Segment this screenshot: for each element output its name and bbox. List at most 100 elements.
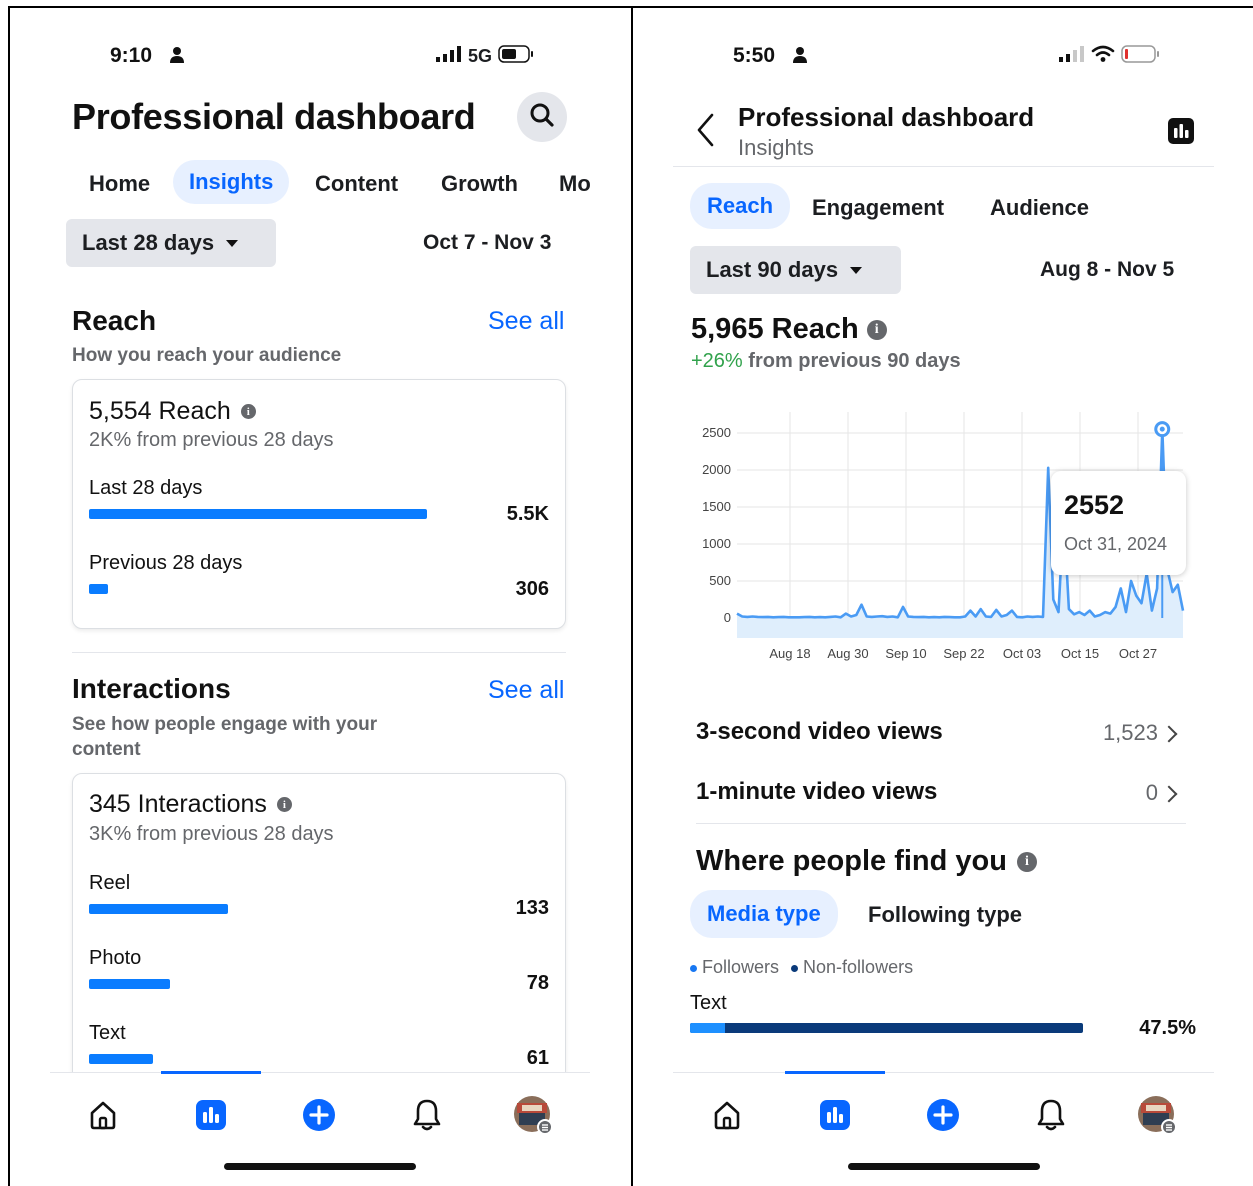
info-icon[interactable]: i (240, 404, 256, 419)
tab-home[interactable]: Home (89, 171, 150, 197)
followers-segment (690, 1023, 726, 1033)
search-icon (529, 102, 555, 133)
highlight-point-center (1159, 426, 1165, 432)
chevron-right-icon[interactable] (1160, 725, 1178, 743)
subtab-following-type[interactable]: Following type (868, 902, 1022, 928)
legend-followers-label: Followers (702, 957, 780, 977)
status-icons: 5G (436, 45, 534, 68)
info-icon[interactable]: i (276, 797, 292, 812)
nav-active-indicator (785, 1071, 885, 1074)
interactions-card[interactable]: 345 Interactions i 3K% from previous 28 … (72, 773, 566, 1103)
media-row-value: 47.5% (1139, 1017, 1196, 1039)
reach-metric: 5,554 Reach i (89, 397, 256, 426)
subtab-media-type[interactable]: Media type (690, 890, 838, 938)
reach-row-label: Previous 28 days (89, 552, 243, 574)
nav-profile[interactable] (514, 1095, 553, 1135)
reach-see-all-link[interactable]: See all (488, 307, 564, 336)
status-time: 9:10 (110, 44, 153, 67)
legend-followers-dot (690, 964, 697, 972)
tab-more[interactable]: Mo (559, 171, 590, 197)
x-tick-label: Sep 10 (885, 646, 926, 661)
nav-create[interactable] (925, 1098, 961, 1137)
info-icon[interactable]: i (866, 319, 887, 340)
interactions-see-all-link[interactable]: See all (488, 676, 564, 705)
reach-metric: 5,965 Reach i (691, 313, 887, 346)
dashboard-icon (195, 1099, 227, 1136)
reach-metric-value: 5,965 Reach (691, 313, 859, 345)
video-views-3s-label[interactable]: 3-second video views (696, 718, 943, 746)
nav-dashboard[interactable] (817, 1099, 853, 1135)
interaction-bar-reel (89, 904, 228, 914)
reach-metric-value: 5,554 Reach (89, 397, 231, 425)
bottom-nav (633, 1071, 1253, 1184)
chevron-down-icon (226, 239, 239, 247)
tab-audience[interactable]: Audience (990, 195, 1089, 221)
date-range: Aug 8 - Nov 5 (1040, 258, 1175, 281)
status-time: 5:50 (733, 44, 776, 67)
plus-icon (302, 1098, 336, 1137)
reach-change-text: from previous 90 days (748, 350, 961, 372)
nav-home[interactable] (709, 1099, 745, 1135)
battery-low-icon (1121, 45, 1161, 68)
nav-active-indicator (161, 1071, 261, 1074)
period-select[interactable]: Last 28 days (66, 219, 276, 267)
x-tick-label: Aug 18 (769, 646, 810, 661)
header-divider (673, 166, 1214, 167)
date-range: Oct 7 - Nov 3 (423, 231, 552, 254)
home-indicator[interactable] (224, 1163, 416, 1170)
tab-reach[interactable]: Reach (690, 183, 791, 229)
signal-icon (1059, 46, 1085, 67)
video-views-1m-label[interactable]: 1-minute video views (696, 778, 937, 806)
search-button[interactable] (517, 92, 567, 142)
bell-icon (1035, 1098, 1067, 1137)
interactions-change: 3K% from previous 28 days (89, 823, 334, 845)
chart-tooltip: 2552 Oct 31, 2024 (1051, 471, 1186, 575)
person-icon (792, 46, 808, 69)
y-tick-label: 2500 (702, 425, 731, 440)
legend-non-followers-dot (791, 964, 799, 972)
views-divider (696, 823, 1186, 824)
signal-icon (436, 46, 462, 67)
nav-divider (673, 1072, 1214, 1073)
home-indicator[interactable] (848, 1163, 1040, 1170)
x-tick-label: Aug 30 (827, 646, 868, 661)
where-legend: Followers Non-followers (690, 957, 913, 978)
tab-growth[interactable]: Growth (441, 171, 518, 197)
y-tick-label: 1500 (702, 499, 731, 514)
interactions-metric: 345 Interactions i (89, 790, 292, 819)
nav-create[interactable] (301, 1098, 337, 1137)
plus-icon (926, 1098, 960, 1137)
chevron-right-icon[interactable] (1160, 785, 1178, 803)
x-tick-label: Oct 15 (1061, 646, 1099, 661)
wifi-icon (1091, 45, 1115, 68)
period-label: Last 28 days (82, 230, 215, 255)
info-icon[interactable]: i (1016, 851, 1037, 872)
reach-bar-last (89, 509, 427, 519)
chart-icon[interactable] (1167, 117, 1195, 150)
reach-subtitle: How you reach your audience (72, 345, 342, 366)
tab-insights[interactable]: Insights (173, 160, 290, 204)
where-heading: Where people find you i (696, 845, 1037, 878)
reach-card[interactable]: 5,554 Reach i 2K% from previous 28 days … (72, 379, 566, 629)
right-phone-screen: 5:50 Professional dashboard Insights Rea… (633, 8, 1253, 1184)
back-icon[interactable] (695, 112, 717, 153)
tab-content[interactable]: Content (315, 171, 398, 197)
nav-notifications[interactable] (409, 1099, 445, 1135)
video-views-1m-value: 0 (1145, 780, 1158, 805)
nav-notifications[interactable] (1033, 1099, 1069, 1135)
period-select[interactable]: Last 90 days (690, 246, 901, 294)
nav-profile[interactable] (1138, 1095, 1177, 1135)
nav-home[interactable] (85, 1099, 121, 1135)
reach-bar-previous (89, 584, 108, 594)
avatar (1137, 1095, 1177, 1140)
y-tick-label: 2000 (702, 462, 731, 477)
tab-engagement[interactable]: Engagement (812, 195, 944, 221)
battery-icon (498, 45, 534, 68)
video-views-3s-value: 1,523 (1102, 720, 1158, 745)
network-label: 5G (468, 46, 493, 66)
home-icon (87, 1099, 119, 1136)
media-row-label: Text (690, 992, 727, 1014)
legend-non-followers-label: Non-followers (803, 957, 914, 977)
x-tick-label: Oct 27 (1119, 646, 1157, 661)
nav-dashboard[interactable] (193, 1099, 229, 1135)
